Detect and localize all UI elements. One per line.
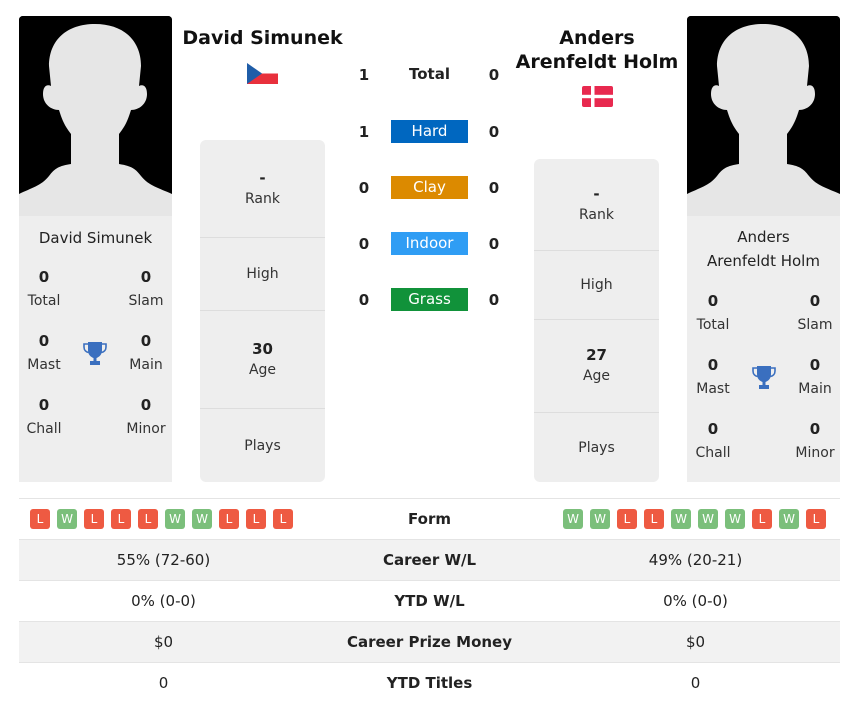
surface-clay-badge: Clay: [391, 176, 468, 199]
player2-card-name: Anders Arenfeldt Holm: [707, 228, 820, 270]
denmark-flag-icon: [582, 86, 613, 107]
form-win-badge: W: [57, 509, 77, 529]
career-prize-money-row: $0 Career Prize Money $0: [19, 621, 840, 662]
form-loss-badge: L: [246, 509, 266, 529]
h2h-row-hard: 1 Hard 0: [358, 120, 500, 143]
silhouette-icon: [19, 16, 172, 216]
player1-form: LWLLLWWLLL: [30, 509, 293, 529]
player2-photo: [687, 16, 840, 216]
player2-card: Anders Arenfeldt Holm 0 Total 0 Slam 0 M…: [687, 216, 840, 482]
player2-plays: Plays: [578, 439, 615, 456]
player1-high: High: [200, 238, 325, 311]
player1-card-name: David Simunek: [38, 229, 153, 247]
player2-rank-card: - Rank High 27 Age Plays: [534, 159, 659, 482]
trophy-icon: [752, 366, 776, 389]
player1-rank: - Rank: [200, 140, 325, 238]
career-wl-row: 55% (72-60) Career W/L 49% (20-21): [19, 539, 840, 580]
player2-mast-titles: 0 Mast: [696, 356, 730, 397]
player1-slam-titles: 0 Slam: [128, 268, 164, 309]
player1-total-titles: 0 Total: [27, 268, 61, 309]
h2h-row-grass: 0 Grass 0: [358, 288, 500, 311]
player1-plays: Plays: [244, 437, 281, 454]
form-loss-badge: L: [138, 509, 158, 529]
player2-main-titles: 0 Main: [798, 356, 832, 397]
player2-minor-titles: 0 Minor: [795, 420, 835, 461]
form-loss-badge: L: [84, 509, 104, 529]
surface-indoor-badge: Indoor: [391, 232, 468, 255]
form-loss-badge: L: [752, 509, 772, 529]
player1-mast-titles: 0 Mast: [27, 332, 61, 373]
form-loss-badge: L: [617, 509, 637, 529]
form-loss-badge: L: [111, 509, 131, 529]
player1-main-titles: 0 Main: [129, 332, 163, 373]
player1-card: David Simunek 0 Total 0 Slam 0 Mast 0 Ma…: [19, 216, 172, 482]
player2-rank: - Rank: [534, 159, 659, 251]
form-win-badge: W: [698, 509, 718, 529]
player2-age: 27 Age: [534, 320, 659, 413]
player2-name-link[interactable]: Anders Arenfeldt Holm: [507, 26, 687, 74]
player1-name-link[interactable]: David Simunek: [172, 26, 353, 50]
player2-chall-titles: 0 Chall: [695, 420, 731, 461]
form-win-badge: W: [563, 509, 583, 529]
czech-republic-flag-icon: [247, 63, 278, 84]
form-win-badge: W: [779, 509, 799, 529]
form-win-badge: W: [192, 509, 212, 529]
player1-minor-titles: 0 Minor: [126, 396, 166, 437]
form-row: LWLLLWWLLL Form WWLLWWWLWL: [19, 498, 840, 539]
player2-total-titles: 0 Total: [696, 292, 730, 333]
form-win-badge: W: [590, 509, 610, 529]
h2h-row-indoor: 0 Indoor 0: [358, 232, 500, 255]
player1-age: 30 Age: [200, 311, 325, 409]
form-win-badge: W: [165, 509, 185, 529]
form-win-badge: W: [671, 509, 691, 529]
player2-form: WWLLWWWLWL: [563, 509, 826, 529]
form-loss-badge: L: [30, 509, 50, 529]
ytd-titles-row: 0 YTD Titles 0: [19, 662, 840, 703]
surface-grass-badge: Grass: [391, 288, 468, 311]
silhouette-icon: [687, 16, 840, 216]
player1-chall-titles: 0 Chall: [26, 396, 62, 437]
h2h-row-clay: 0 Clay 0: [358, 176, 500, 199]
surface-hard-badge: Hard: [391, 120, 468, 143]
form-loss-badge: L: [219, 509, 239, 529]
surface-total-label: Total: [409, 65, 450, 83]
form-win-badge: W: [725, 509, 745, 529]
trophy-icon: [83, 342, 107, 365]
form-label: Form: [408, 510, 451, 528]
form-loss-badge: L: [273, 509, 293, 529]
form-loss-badge: L: [644, 509, 664, 529]
player2-slam-titles: 0 Slam: [797, 292, 833, 333]
h2h-row-total: 1 Total 0: [358, 65, 500, 84]
player1-rank-card: - Rank High 30 Age Plays: [200, 140, 325, 482]
player2-high: High: [534, 251, 659, 320]
form-loss-badge: L: [806, 509, 826, 529]
player1-photo: [19, 16, 172, 216]
ytd-wl-row: 0% (0-0) YTD W/L 0% (0-0): [19, 580, 840, 621]
